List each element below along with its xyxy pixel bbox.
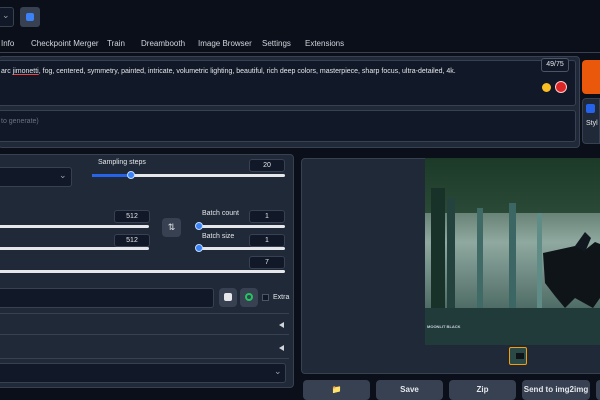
slider-handle[interactable] (126, 171, 135, 179)
zip-button[interactable]: Zip (449, 380, 516, 400)
recycle-icon (245, 293, 253, 301)
generated-image-art (425, 158, 600, 345)
cfg-scale-input[interactable]: 7 (249, 256, 285, 269)
generated-image[interactable]: MOONLIT BLACK (425, 158, 600, 345)
sampling-steps-slider[interactable] (92, 171, 285, 179)
image-caption: MOONLIT BLACK (427, 324, 461, 329)
chevron-down-icon: ⌄ (2, 10, 10, 20)
chevron-down-icon: ⌄ (59, 170, 67, 180)
swap-icon: ⇅ (167, 222, 176, 232)
batch-count-label: Batch count (202, 210, 239, 217)
model-dropdown[interactable]: ⌄ (0, 7, 14, 27)
emoji-face-icon[interactable] (542, 83, 551, 92)
prompt-input[interactable]: arc jimonetti, fog, centered, symmetry, … (0, 58, 576, 106)
style-checkbox[interactable] (586, 104, 595, 113)
random-seed-button[interactable] (219, 288, 237, 307)
collapse-arrow-icon (279, 322, 284, 328)
slider-handle[interactable] (195, 244, 203, 252)
batch-size-input[interactable]: 1 (249, 234, 285, 247)
save-button[interactable]: Save (376, 380, 443, 400)
style-label: Styl (586, 120, 598, 127)
styles-panel: Styl (582, 98, 600, 144)
tab-settings[interactable]: Settings (262, 39, 291, 48)
swap-dimensions-button[interactable]: ⇅ (162, 218, 181, 237)
send-to-inpaint-button[interactable] (596, 380, 600, 400)
sampling-steps-label: Sampling steps (98, 159, 146, 166)
refresh-model-button[interactable] (20, 7, 40, 27)
token-counter: 49/75 (541, 58, 569, 72)
batch-count-input[interactable]: 1 (249, 210, 285, 223)
generate-button[interactable] (582, 60, 600, 94)
gallery-thumbnail[interactable] (509, 347, 527, 365)
send-to-img2img-button[interactable]: Send to img2img (522, 380, 590, 400)
batch-count-slider[interactable] (195, 222, 285, 230)
chevron-down-icon: ⌄ (274, 366, 282, 376)
misspelled-word: jimonetti (12, 68, 39, 75)
tab-info[interactable]: Info (1, 39, 14, 48)
height-slider[interactable] (0, 247, 149, 250)
extra-label: Extra (273, 294, 290, 301)
negative-prompt-input[interactable]: to generate) (0, 110, 576, 142)
prompt-text: arc jimonetti, fog, centered, symmetry, … (1, 68, 456, 75)
tab-checkpoint-merger[interactable]: Checkpoint Merger (31, 39, 99, 48)
sampler-dropdown[interactable]: ⌄ (0, 167, 72, 187)
folder-icon: 📁 (331, 385, 342, 394)
lora-badge-icon[interactable] (555, 81, 567, 93)
slider-fill (92, 174, 131, 177)
tab-dreambooth[interactable]: Dreambooth (141, 39, 185, 48)
width-input[interactable]: 512 (114, 210, 150, 223)
collapse-arrow-icon (279, 345, 284, 351)
batch-size-slider[interactable] (195, 244, 285, 252)
seed-input[interactable] (0, 288, 214, 308)
tab-train[interactable]: Train (107, 39, 125, 48)
reuse-seed-button[interactable] (240, 288, 258, 307)
tab-image-browser[interactable]: Image Browser (198, 39, 252, 48)
script-dropdown[interactable]: ⌄ (0, 363, 286, 383)
tab-extensions[interactable]: Extensions (305, 39, 344, 48)
slider-handle[interactable] (195, 222, 203, 230)
blue-square-icon (26, 13, 34, 21)
negative-prompt-placeholder: to generate) (1, 118, 39, 125)
accordion-row[interactable] (0, 337, 289, 359)
tab-divider (0, 52, 600, 53)
extra-checkbox[interactable] (262, 294, 269, 301)
width-slider[interactable] (0, 225, 149, 228)
batch-size-label: Batch size (202, 233, 235, 240)
sampling-steps-input[interactable]: 20 (249, 159, 285, 172)
height-input[interactable]: 512 (114, 234, 150, 247)
cfg-scale-slider[interactable] (0, 270, 285, 273)
open-folder-button[interactable]: 📁 (303, 380, 370, 400)
dice-icon (224, 293, 232, 301)
accordion-row[interactable] (0, 313, 289, 335)
